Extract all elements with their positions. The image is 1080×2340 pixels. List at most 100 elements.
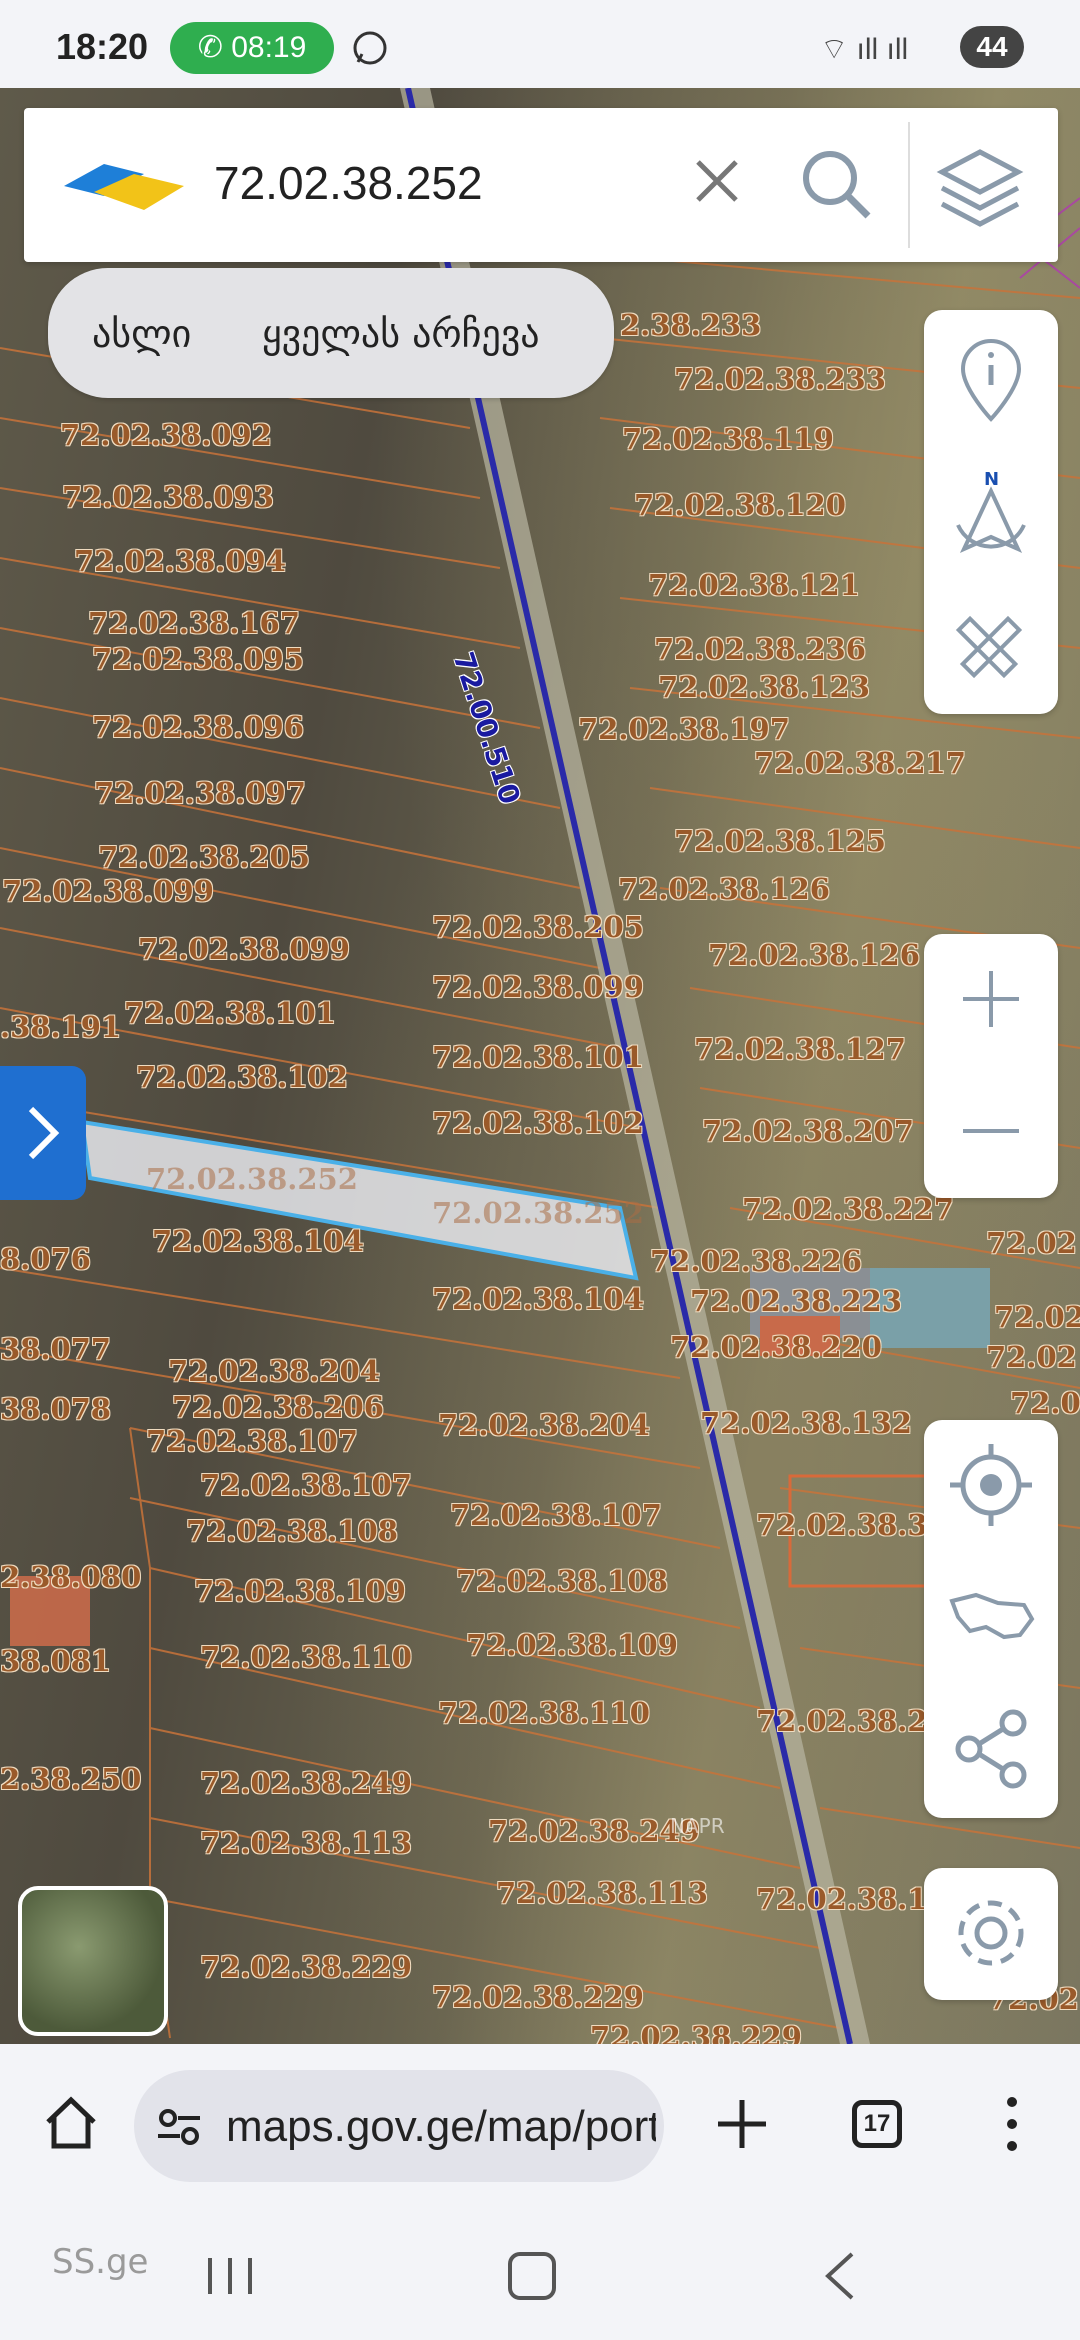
parcel-label[interactable]: 72.02.38.108 [186, 1514, 398, 1548]
parcel-label[interactable]: 72.02.38.121 [648, 568, 860, 602]
parcel-label[interactable]: 72.02.38.101 [432, 1040, 644, 1074]
parcel-label[interactable]: 72.02.38.126 [618, 872, 830, 906]
more-menu-icon[interactable] [1000, 2092, 1024, 2156]
parcel-label[interactable]: 72.02.38.104 [152, 1224, 364, 1258]
address-bar[interactable]: maps.gov.ge/map/portal [134, 2070, 664, 2182]
selected-parcel-label[interactable]: 72.02.38.252 [146, 1162, 358, 1196]
parcel-label[interactable]: 72.02.38.204 [168, 1354, 380, 1388]
parcel-label[interactable]: 72.0 [1010, 1386, 1080, 1420]
select-all-option[interactable]: ყველას არჩევა [262, 312, 540, 356]
parcel-label[interactable]: 72.02.38.205 [432, 910, 644, 944]
parcel-label[interactable]: 72.02 [994, 1300, 1080, 1334]
north-button[interactable]: N [924, 448, 1058, 578]
parcel-label[interactable]: 72.02.38.101 [124, 996, 336, 1030]
url-text[interactable]: maps.gov.ge/map/portal [226, 2102, 656, 2152]
parcel-label[interactable]: 72.02.38.123 [658, 670, 870, 704]
search-icon[interactable] [796, 144, 876, 224]
parcel-label[interactable]: 72.02.38.102 [136, 1060, 348, 1094]
layers-icon[interactable] [932, 138, 1028, 234]
parcel-label[interactable]: 72.02.38.127 [694, 1032, 906, 1066]
parcel-label[interactable]: 72.02.38.097 [94, 776, 306, 810]
parcel-label[interactable]: 72.02.38.167 [88, 606, 300, 640]
georgia-extent-button[interactable] [924, 1552, 1058, 1682]
call-indicator[interactable]: ✆ 08:19 [170, 22, 334, 74]
parcel-label[interactable]: 72.02.38.233 [674, 362, 886, 396]
parcel-label[interactable]: 8.076 [0, 1242, 91, 1276]
parcel-label[interactable]: 2.38.250 [0, 1762, 141, 1796]
parcel-label[interactable]: 72.02.38.217 [754, 746, 966, 780]
parcel-label[interactable]: 72.02.38.108 [456, 1564, 668, 1598]
parcel-label[interactable]: 72.02.38.227 [742, 1192, 954, 1226]
home-icon[interactable] [42, 2094, 100, 2152]
my-location-button[interactable] [924, 1420, 1058, 1550]
parcel-label[interactable]: 72.02 [986, 1226, 1077, 1260]
parcel-label[interactable]: 72.02.38.229 [590, 2020, 802, 2044]
parcel-label[interactable]: 72.02.38.204 [438, 1408, 650, 1442]
parcel-label[interactable]: 38.078 [0, 1392, 111, 1426]
parcel-label[interactable]: 72.02.38.197 [578, 712, 790, 746]
parcel-label[interactable]: 72.02.38.110 [438, 1696, 650, 1730]
parcel-label[interactable]: 72.02.38.109 [466, 1628, 678, 1662]
zoom-out-button[interactable] [924, 1066, 1058, 1196]
parcel-label[interactable]: 72.02.38.099 [138, 932, 350, 966]
parcel-label[interactable]: 72.02.38.104 [432, 1282, 644, 1316]
parcel-label[interactable]: 72.02.38.220 [670, 1330, 882, 1364]
parcel-label[interactable]: 72.02.38.126 [708, 938, 920, 972]
info-button[interactable] [924, 314, 1058, 444]
parcel-label[interactable]: 72.02.38.093 [62, 480, 274, 514]
parcel-label[interactable]: 72.02.38.092 [60, 418, 272, 452]
parcel-label[interactable]: 72.02.38.102 [432, 1106, 644, 1140]
parcel-label[interactable]: 72.02 [986, 1340, 1077, 1374]
expand-sidebar-button[interactable] [0, 1066, 86, 1200]
parcel-label[interactable]: 72.02.38.099 [432, 970, 644, 1004]
parcel-label[interactable]: 72.02.38.113 [496, 1876, 708, 1910]
clear-icon[interactable] [684, 148, 750, 214]
parcel-label[interactable]: 72.02.38.125 [674, 824, 886, 858]
home-nav-button[interactable] [508, 2252, 556, 2300]
parcel-label[interactable]: 72.02.38.132 [700, 1406, 912, 1440]
parcel-label[interactable]: 72.02.38.249 [200, 1766, 412, 1800]
parcel-label[interactable]: 72.02.38.109 [194, 1574, 406, 1608]
parcel-label[interactable]: 72.02.38.095 [92, 642, 304, 676]
copy-option[interactable]: ასლი [92, 312, 191, 356]
parcel-label[interactable]: 72.02.38.223 [690, 1284, 902, 1318]
parcel-label[interactable]: 72.02.38.207 [702, 1114, 914, 1148]
recent-apps-icon[interactable] [200, 2254, 260, 2298]
parcel-label[interactable]: 72.02.38.1 [756, 1882, 928, 1916]
parcel-label[interactable]: 72.02.38.099 [2, 874, 214, 908]
parcel-label[interactable]: 72.02.38.226 [650, 1244, 862, 1278]
parcel-label[interactable]: 72.02.38.3 [756, 1508, 928, 1542]
search-query[interactable]: 72.02.38.252 [214, 156, 483, 210]
parcel-label[interactable]: 72.02.38.205 [98, 840, 310, 874]
parcel-label[interactable]: 72.02.38.094 [74, 544, 286, 578]
share-button[interactable] [924, 1684, 1058, 1814]
tab-switcher-button[interactable]: 17 [852, 2100, 902, 2148]
parcel-label[interactable]: .38.191 [0, 1010, 121, 1044]
measure-button[interactable] [924, 582, 1058, 712]
parcel-label[interactable]: 38.077 [0, 1332, 111, 1366]
parcel-label[interactable]: 72.02.38.107 [450, 1498, 662, 1532]
parcel-label[interactable]: 72.02.38.107 [200, 1468, 412, 1502]
back-icon[interactable] [820, 2250, 860, 2302]
parcel-label[interactable]: 72.02.38.119 [622, 422, 834, 456]
selected-parcel-label[interactable]: 72.02.38.252 [432, 1196, 644, 1230]
napr-logo-icon[interactable] [54, 156, 194, 216]
zoom-in-button[interactable] [924, 934, 1058, 1064]
parcel-label[interactable]: 38.081 [0, 1644, 111, 1678]
parcel-label[interactable]: 72.02.38.229 [432, 1980, 644, 2014]
parcel-label[interactable]: 72.02.38.107 [146, 1424, 358, 1458]
parcel-label[interactable]: 72.02.38.236 [654, 632, 866, 666]
parcel-label[interactable]: 72.02.38.206 [172, 1390, 384, 1424]
settings-button[interactable] [924, 1868, 1058, 1998]
parcel-label[interactable]: 72.02.38.249 [488, 1814, 700, 1848]
basemap-switcher[interactable] [18, 1886, 168, 2036]
parcel-label[interactable]: 72.02.38.2 [756, 1704, 928, 1738]
parcel-label[interactable]: 72.02.38.120 [634, 488, 846, 522]
parcel-label[interactable]: 72.02.38.096 [92, 710, 304, 744]
parcel-label[interactable]: 72.02.38.110 [200, 1640, 412, 1674]
parcel-label[interactable]: 72.02.38.113 [200, 1826, 412, 1860]
new-tab-icon[interactable] [710, 2092, 774, 2156]
parcel-label[interactable]: 72.02.38.229 [200, 1950, 412, 1984]
site-settings-icon[interactable] [156, 2104, 202, 2150]
parcel-label[interactable]: 2.38.233 [620, 308, 761, 342]
